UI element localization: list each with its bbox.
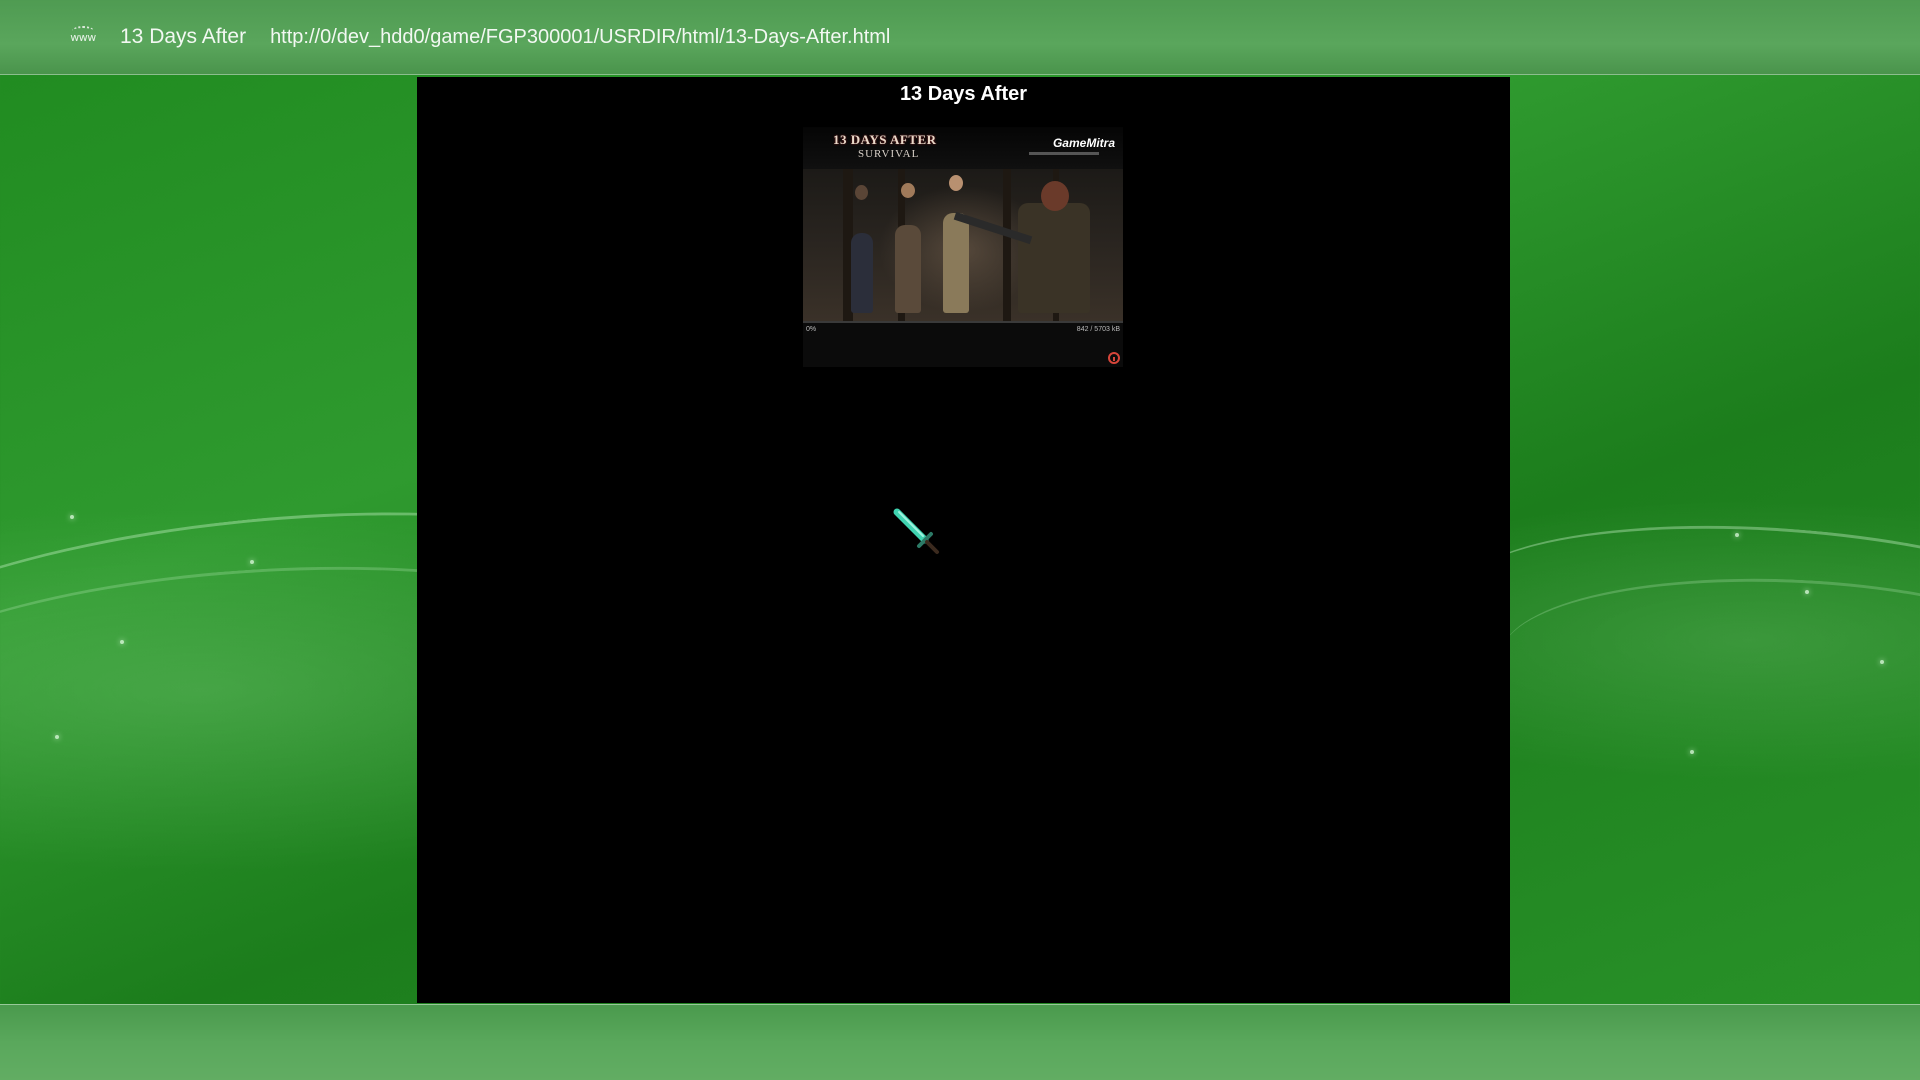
load-progress-percent: 0% (806, 326, 817, 333)
brand-logo-text: GameMitra (1052, 136, 1115, 150)
background-sparkle (1805, 590, 1809, 594)
brand-tagline-bar (1029, 152, 1099, 155)
background-sparkle (1880, 660, 1884, 664)
browser-page-title: 13 Days After (120, 25, 247, 48)
scene-figure-head (901, 183, 915, 198)
scene-figure-head (855, 185, 868, 200)
web-content-area: 13 Days After 13 DAYS AFTER SURVIVAL Gam… (417, 77, 1510, 1003)
scene-figure (1018, 203, 1090, 313)
background-sparkle (1735, 533, 1739, 537)
browser-bottom-bar (0, 1004, 1920, 1080)
background-wave (1495, 564, 1920, 779)
game-subtitle-logo: SURVIVAL (858, 148, 920, 160)
scene-figure-head (1041, 181, 1069, 211)
reload-icon[interactable] (1108, 352, 1120, 364)
www-icon-label: www (70, 30, 96, 44)
scene-tree (1003, 169, 1011, 321)
game-embed-header: 13 DAYS AFTER SURVIVAL GameMitra (803, 127, 1123, 169)
background-sparkle (120, 640, 124, 644)
load-progress-bar (803, 321, 1123, 323)
scene-figure (851, 233, 873, 313)
scene-figure (895, 225, 921, 313)
page-heading: 13 Days After (899, 83, 1028, 105)
brand-logo: GameMitra (1053, 136, 1115, 150)
www-globe-icon[interactable]: www (66, 24, 100, 50)
scene-figure (943, 213, 969, 313)
background-sparkle (70, 515, 74, 519)
background-wave (1442, 499, 1920, 764)
scene-figure-head (949, 175, 963, 191)
game-embed[interactable]: 13 DAYS AFTER SURVIVAL GameMitra 0% 842 … (803, 127, 1123, 367)
sword-cursor-icon (893, 508, 939, 554)
background-sparkle (250, 560, 254, 564)
game-title-logo: 13 DAYS AFTER (833, 132, 937, 147)
background-sparkle (55, 735, 59, 739)
url-field[interactable]: http://0/dev_hdd0/game/FGP300001/USRDIR/… (270, 26, 890, 49)
browser-top-bar: www 13 Days After http://0/dev_hdd0/game… (0, 0, 1920, 75)
game-scene-image (803, 169, 1123, 321)
load-progress-size: 842 / 5703 kB (1076, 326, 1120, 333)
background-sparkle (1690, 750, 1694, 754)
